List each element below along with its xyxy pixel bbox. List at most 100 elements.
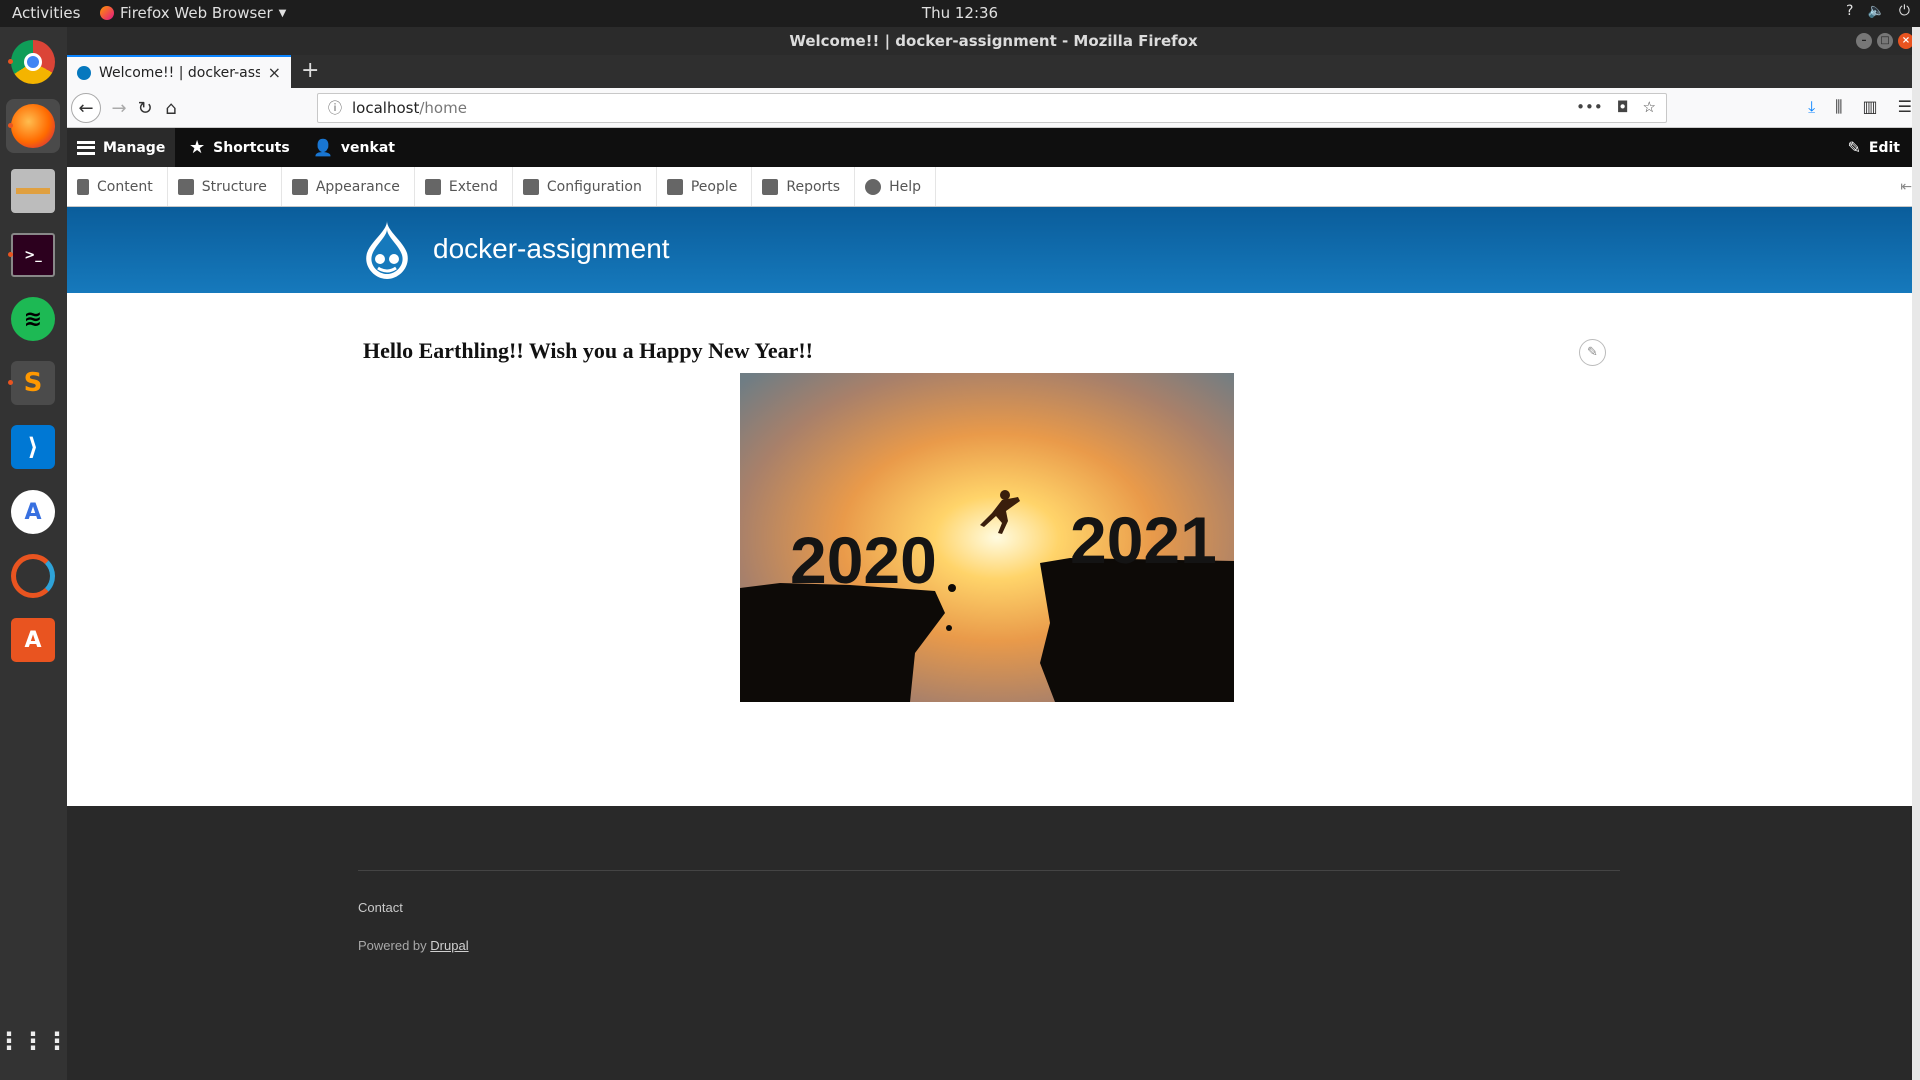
dock: >_ ≋ S ⟩ A A ⋮⋮⋮ [0, 27, 69, 1080]
tray-item-people[interactable]: People [657, 167, 753, 206]
downloads-icon[interactable]: ⤓ [1808, 97, 1815, 117]
footer-divider [358, 870, 1620, 871]
url-bar[interactable]: ⓘ localhost/home ••• ◘ ☆ [317, 93, 1667, 123]
tab-active[interactable]: Welcome!! | docker-assic × [67, 55, 291, 88]
software-bag-icon: A [11, 618, 55, 662]
tray-item-content[interactable]: Content [67, 167, 168, 206]
site-name[interactable]: docker-assignment [433, 233, 670, 265]
system-tray[interactable]: ? 🔈 ⏻ [1846, 3, 1910, 19]
help-icon[interactable]: ? [1846, 3, 1853, 19]
firefox-window: Welcome!! | docker-assignment - Mozilla … [67, 27, 1920, 1080]
dock-android-studio[interactable]: A [6, 485, 60, 539]
dock-files[interactable] [6, 164, 60, 218]
toolbar-right: ⤓ ⫼ ▥ ☰ [1808, 97, 1912, 117]
back-button[interactable]: ← [71, 93, 101, 123]
window-title-bar: Welcome!! | docker-assignment - Mozilla … [67, 27, 1920, 55]
tray-item-label: People [690, 178, 738, 195]
dock-vscode[interactable]: ⟩ [6, 420, 60, 474]
vscode-icon: ⟩ [11, 425, 55, 469]
tab-close-icon[interactable]: × [268, 63, 281, 82]
dock-updater[interactable] [6, 549, 60, 603]
contact-link[interactable]: Contact [358, 900, 403, 915]
people-icon [666, 178, 683, 195]
year-2020-text: 2020 [790, 523, 937, 597]
chrome-icon [11, 40, 55, 84]
site-footer: Contact Powered by Drupal [67, 806, 1920, 1080]
window-title: Welcome!! | docker-assignment - Mozilla … [789, 32, 1198, 50]
toolbar-shortcuts[interactable]: ★ Shortcuts [179, 128, 300, 167]
volume-icon[interactable]: 🔈 [1867, 3, 1884, 19]
grid-icon: ⋮⋮⋮ [0, 1027, 69, 1055]
puzzle-icon [424, 178, 441, 195]
dock-software[interactable]: A [6, 613, 60, 667]
tray-item-appearance[interactable]: Appearance [282, 167, 415, 206]
sidebar-icon[interactable]: ▥ [1863, 97, 1878, 117]
navigation-bar: ← → ↻ ⌂ ⓘ localhost/home ••• ◘ ☆ ⤓ ⫼ ▥ ☰ [67, 88, 1920, 128]
user-icon: 👤 [313, 138, 333, 157]
new-year-image: 2020 2021 [740, 373, 1234, 702]
app-menu[interactable]: Firefox Web Browser ▼ [100, 4, 286, 22]
activities-button[interactable]: Activities [12, 4, 80, 22]
power-icon[interactable]: ⏻ [1899, 3, 1910, 19]
page-icon [77, 178, 89, 195]
minimize-button[interactable]: – [1856, 33, 1872, 49]
page-actions-icon[interactable]: ••• [1576, 98, 1603, 116]
brush-icon [291, 178, 308, 195]
star-icon: ★ [189, 137, 206, 158]
drupal-logo-icon[interactable] [357, 219, 417, 281]
running-indicator [8, 252, 13, 257]
bar-chart-icon [762, 178, 779, 195]
updater-icon [11, 554, 55, 598]
dock-terminal[interactable]: >_ [6, 228, 60, 282]
site-info-icon[interactable]: ⓘ [328, 98, 342, 118]
user-label: venkat [340, 139, 395, 156]
bookmark-star-icon[interactable]: ☆ [1643, 98, 1656, 116]
files-icon [11, 169, 55, 213]
new-tab-button[interactable]: + [301, 59, 319, 83]
powered-by: Powered by Drupal [358, 938, 469, 953]
tray-item-label: Content [97, 178, 153, 195]
clock[interactable]: Thu 12:36 [922, 4, 998, 22]
tray-item-extend[interactable]: Extend [415, 167, 513, 206]
tray-item-label: Appearance [315, 178, 400, 195]
wrench-icon [522, 178, 539, 195]
forward-button[interactable]: → [105, 94, 133, 122]
tray-item-label: Structure [201, 178, 267, 195]
terminal-icon: >_ [11, 233, 55, 277]
powered-by-label: Powered by [358, 938, 427, 953]
dock-chrome[interactable] [6, 35, 60, 89]
toolbar-edit[interactable]: ✎ Edit [1838, 128, 1910, 167]
main-content: Hello Earthling!! Wish you a Happy New Y… [67, 293, 1920, 806]
manage-label: Manage [103, 139, 166, 156]
shortcuts-label: Shortcuts [213, 139, 290, 156]
tray-item-configuration[interactable]: Configuration [513, 167, 657, 206]
library-icon[interactable]: ⫼ [1835, 97, 1842, 117]
maximize-button[interactable]: □ [1877, 33, 1893, 49]
tray-item-reports[interactable]: Reports [752, 167, 856, 206]
tray-item-help[interactable]: Help [855, 167, 936, 206]
pocket-icon[interactable]: ◘ [1617, 98, 1629, 116]
toolbar-user[interactable]: 👤 venkat [303, 128, 405, 167]
show-applications-button[interactable]: ⋮⋮⋮ [0, 1014, 69, 1068]
drupal-favicon-icon [77, 65, 91, 80]
reload-button[interactable]: ↻ [131, 94, 159, 122]
toolbar-manage[interactable]: Manage [67, 128, 176, 167]
tray-item-label: Reports [786, 178, 841, 195]
android-studio-icon: A [11, 490, 55, 534]
dock-sublime[interactable]: S [6, 356, 60, 410]
app-menu-label: Firefox Web Browser [120, 4, 273, 22]
site-header: docker-assignment [67, 207, 1920, 293]
page-scrollbar[interactable] [1912, 27, 1920, 1080]
contextual-edit-pencil-icon[interactable]: ✎ [1579, 339, 1606, 366]
dock-firefox[interactable] [6, 99, 60, 153]
dock-spotify[interactable]: ≋ [6, 292, 60, 346]
tray-item-structure[interactable]: Structure [168, 167, 282, 206]
home-button[interactable]: ⌂ [157, 94, 185, 122]
menu-icon[interactable]: ☰ [1898, 97, 1912, 117]
tray-item-label: Help [889, 178, 921, 195]
collapse-tray-icon[interactable]: ⇤ [1900, 179, 1912, 195]
drupal-link[interactable]: Drupal [430, 938, 468, 953]
sitemap-icon [177, 178, 194, 195]
system-top-bar: Activities Firefox Web Browser ▼ Thu 12:… [0, 0, 1920, 27]
drupal-admin-toolbar: Manage ★ Shortcuts 👤 venkat ✎ Edit [67, 128, 1920, 167]
